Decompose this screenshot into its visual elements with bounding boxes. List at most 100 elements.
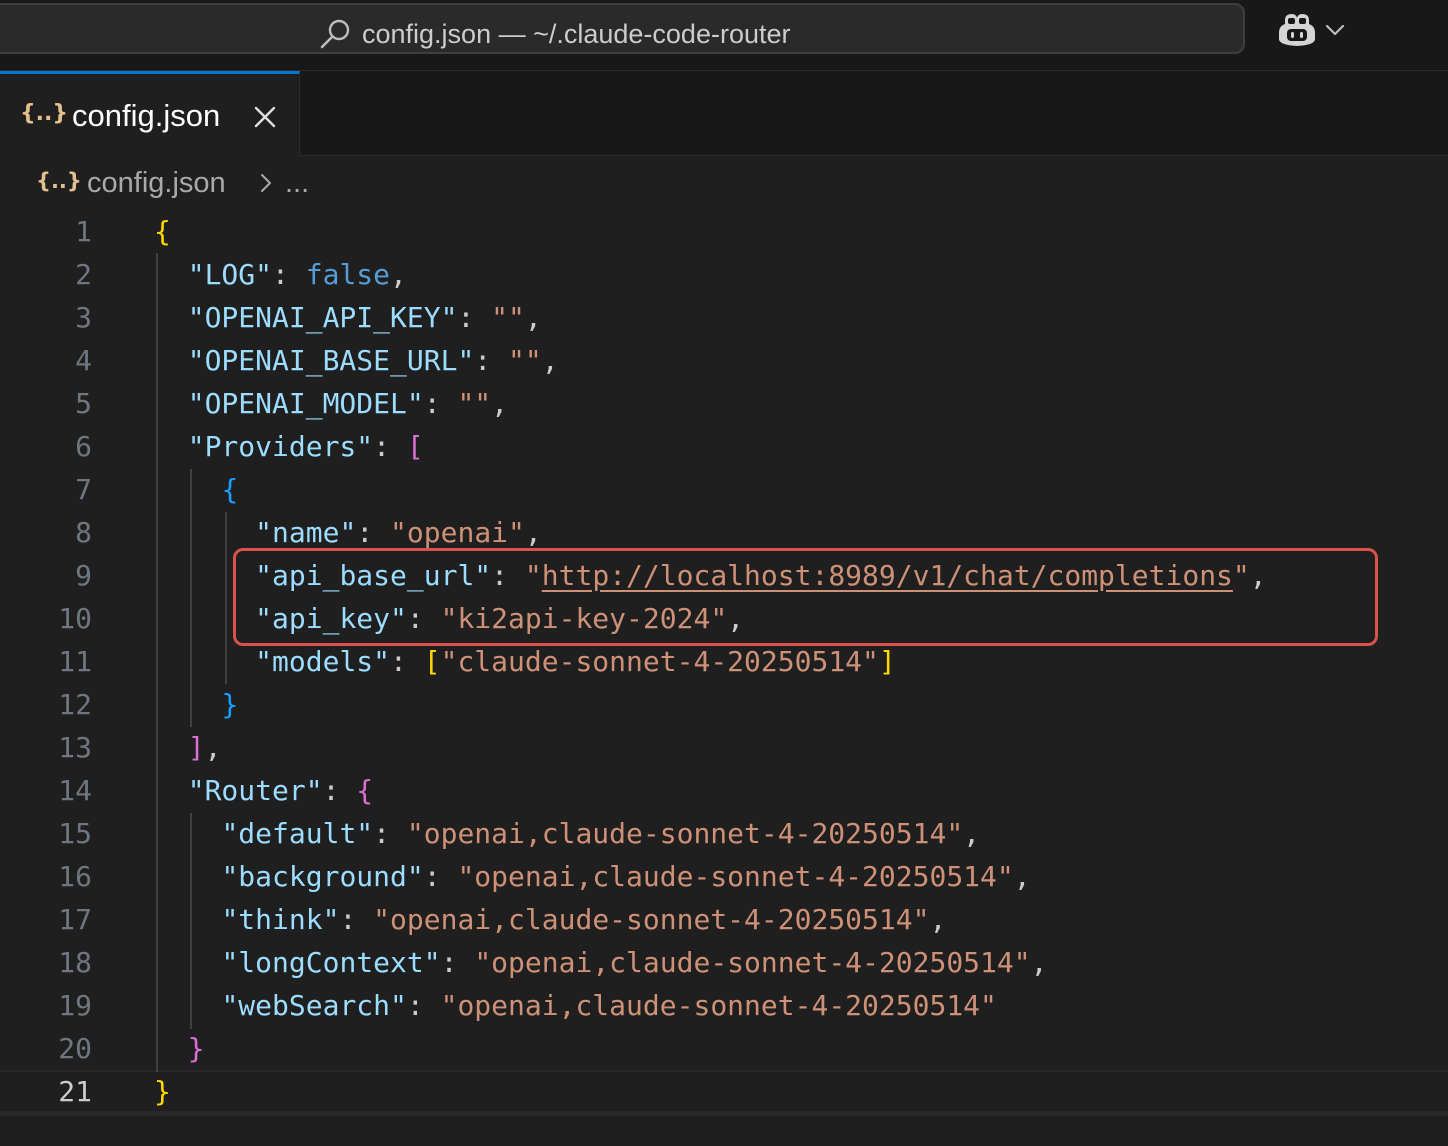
code-text: { bbox=[154, 210, 171, 253]
line-number: 4 bbox=[75, 344, 92, 377]
editor-edge bbox=[0, 1113, 1448, 1116]
code-line[interactable]: 4 "OPENAI_BASE_URL": "", bbox=[0, 339, 1448, 382]
line-number: 14 bbox=[58, 774, 92, 807]
code-token: "background" bbox=[221, 860, 424, 893]
code-token: , bbox=[1013, 860, 1031, 893]
line-number: 3 bbox=[75, 301, 92, 334]
close-icon[interactable] bbox=[252, 104, 278, 130]
json-file-icon: {..} bbox=[20, 101, 69, 126]
code-token: , bbox=[524, 301, 542, 334]
code-token: "" bbox=[457, 387, 492, 420]
code-token: : bbox=[474, 344, 509, 377]
line-number: 21 bbox=[58, 1075, 92, 1108]
code-token: , bbox=[1030, 946, 1048, 979]
code-text: } bbox=[154, 683, 238, 726]
code-token: : bbox=[457, 301, 492, 334]
code-line[interactable]: 16 "background": "openai,claude-sonnet-4… bbox=[0, 855, 1448, 898]
indent-guide bbox=[225, 512, 227, 684]
tab-label: config.json bbox=[72, 98, 221, 133]
code-line[interactable]: 5 "OPENAI_MODEL": "", bbox=[0, 382, 1448, 425]
code-line[interactable]: 2 "LOG": false, bbox=[0, 253, 1448, 296]
code-line[interactable]: 6 "Providers": [ bbox=[0, 425, 1448, 468]
breadcrumb-more[interactable]: ... bbox=[285, 165, 309, 201]
json-file-icon: {..} bbox=[36, 169, 82, 193]
code-token: : bbox=[272, 258, 306, 291]
title-bar: config.json — ~/.claude-code-router bbox=[0, 0, 1448, 71]
code-token: "claude-sonnet-4-20250514" bbox=[440, 645, 879, 678]
code-text: ], bbox=[154, 726, 222, 769]
code-token: : bbox=[406, 989, 441, 1022]
code-line[interactable]: 15 "default": "openai,claude-sonnet-4-20… bbox=[0, 812, 1448, 855]
code-token: "" bbox=[508, 344, 542, 377]
code-line[interactable]: 20 } bbox=[0, 1027, 1448, 1070]
code-line[interactable]: 17 "think": "openai,claude-sonnet-4-2025… bbox=[0, 898, 1448, 941]
code-text: "models": ["claude-sonnet-4-20250514"] bbox=[154, 640, 896, 683]
line-number: 13 bbox=[58, 731, 92, 764]
code-token: ] bbox=[878, 645, 896, 678]
code-text: "default": "openai,claude-sonnet-4-20250… bbox=[154, 812, 980, 855]
code-token: , bbox=[929, 903, 947, 936]
code-token: { bbox=[221, 473, 239, 506]
line-number: 17 bbox=[58, 903, 92, 936]
code-token: "think" bbox=[221, 903, 340, 936]
code-token: "openai,claude-sonnet-4-20250514" bbox=[474, 946, 1031, 979]
code-line[interactable]: 1{ bbox=[0, 210, 1448, 253]
code-line[interactable]: 21} bbox=[0, 1070, 1448, 1113]
code-text: "Router": { bbox=[154, 769, 373, 812]
code-text: "OPENAI_API_KEY": "", bbox=[154, 296, 542, 339]
line-number: 19 bbox=[58, 989, 92, 1022]
code-editor[interactable]: 1{2 "LOG": false, 3 "OPENAI_API_KEY": "",… bbox=[0, 210, 1448, 1146]
code-token: , bbox=[390, 258, 407, 291]
window-title: config.json — ~/.claude-code-router bbox=[362, 19, 791, 49]
line-number: 5 bbox=[75, 387, 92, 420]
line-number: 6 bbox=[75, 430, 92, 463]
line-number: 7 bbox=[75, 473, 92, 506]
chevron-right-icon bbox=[261, 174, 271, 192]
code-text: "OPENAI_BASE_URL": "", bbox=[154, 339, 559, 382]
code-line[interactable]: 14 "Router": { bbox=[0, 769, 1448, 812]
code-token: "openai,claude-sonnet-4-20250514" bbox=[406, 817, 964, 850]
indent-guide bbox=[190, 813, 192, 1029]
code-text: "think": "openai,claude-sonnet-4-2025051… bbox=[154, 898, 946, 941]
code-line[interactable]: 18 "longContext": "openai,claude-sonnet-… bbox=[0, 941, 1448, 984]
code-token: "openai,claude-sonnet-4-20250514" bbox=[457, 860, 1014, 893]
code-text: { bbox=[154, 468, 238, 511]
highlight-box bbox=[233, 548, 1378, 646]
code-token: } bbox=[187, 1032, 205, 1065]
line-number: 12 bbox=[58, 688, 92, 721]
code-text: "LOG": false, bbox=[154, 253, 407, 296]
code-line[interactable]: 13 ], bbox=[0, 726, 1448, 769]
code-line[interactable]: 11 "models": ["claude-sonnet-4-20250514"… bbox=[0, 640, 1448, 683]
code-token: "OPENAI_BASE_URL" bbox=[187, 344, 475, 377]
code-token: "name" bbox=[255, 516, 357, 549]
code-line[interactable]: 12 } bbox=[0, 683, 1448, 726]
code-token: : bbox=[440, 946, 475, 979]
code-token: , bbox=[963, 817, 981, 850]
copilot-button[interactable] bbox=[1276, 10, 1348, 50]
code-line[interactable]: 19 "webSearch": "openai,claude-sonnet-4-… bbox=[0, 984, 1448, 1027]
indent-guide bbox=[190, 469, 192, 727]
code-token: , bbox=[524, 516, 542, 549]
code-line[interactable]: 3 "OPENAI_API_KEY": "", bbox=[0, 296, 1448, 339]
code-token: : bbox=[423, 387, 458, 420]
line-number: 18 bbox=[58, 946, 92, 979]
code-token: : bbox=[373, 817, 407, 850]
code-token: "Providers" bbox=[187, 430, 374, 463]
line-number: 9 bbox=[75, 559, 92, 592]
command-center[interactable]: config.json — ~/.claude-code-router bbox=[0, 3, 1245, 54]
code-line[interactable]: 7 { bbox=[0, 468, 1448, 511]
code-token: "openai" bbox=[390, 516, 525, 549]
tab-config-json[interactable]: {..} config.json bbox=[0, 71, 300, 156]
breadcrumb-file[interactable]: config.json bbox=[87, 165, 226, 201]
